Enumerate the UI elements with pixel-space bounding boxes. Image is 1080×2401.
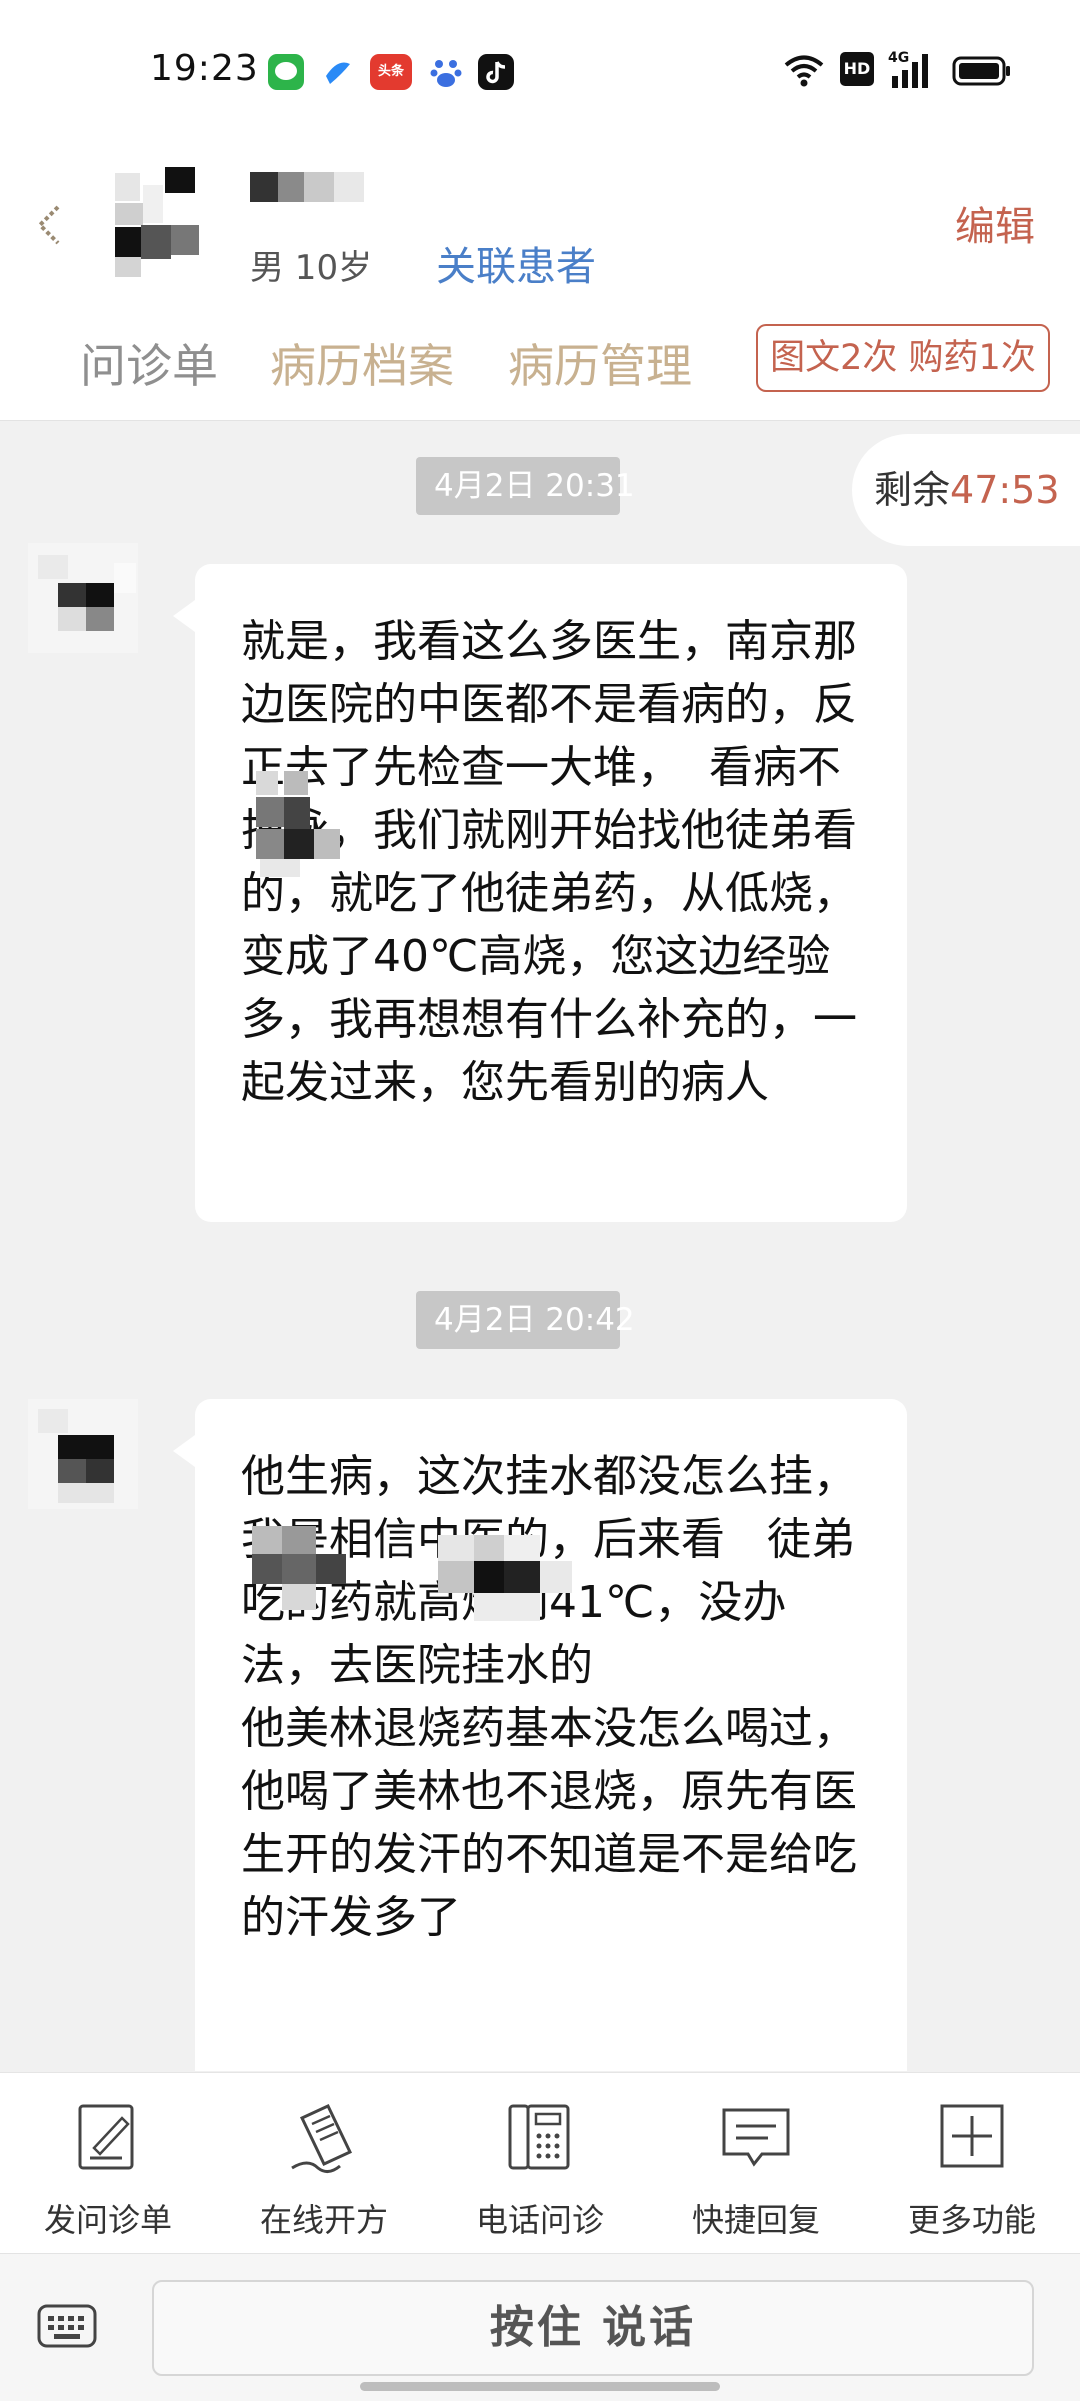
tab-record-management[interactable]: 病历管理 [508,330,692,396]
toutiao-icon: 头条 [370,54,412,90]
edit-button[interactable]: 编辑 [955,194,1035,252]
message-timestamp: 4月2日 20:42 [416,1291,635,1349]
toolbar-label: 发问诊单 [43,2201,172,2239]
toolbar-label: 快捷回复 [691,2201,820,2239]
phone-consult-button[interactable]: 电话问诊 [432,2073,648,2253]
message-bubble[interactable]: 就是，我看这么多医生，南京那边医院的中医都不是看病的，反正去了先检查一大堆， 看… [173,564,907,1222]
quick-reply-icon [722,2108,790,2167]
message-timestamp: 4月2日 20:31 [416,457,635,515]
input-bar: 按住 说话 [0,2253,1080,2401]
wechat-icon [268,54,304,90]
tiktok-icon [478,54,514,90]
hd-icon: HD [840,52,874,86]
bottom-toolbar: 发问诊单 在线开方 电话问诊 快捷回复 更多功能 [0,2072,1080,2253]
status-time: 19:23 [150,48,259,89]
back-icon[interactable] [30,195,70,255]
hold-to-talk-button[interactable]: 按住 说话 [152,2280,1034,2376]
redaction-pixels [438,1535,572,1621]
plus-icon [940,2104,1004,2168]
remaining-countdown: 47:53 [950,468,1060,512]
keyboard-icon[interactable] [36,2300,98,2350]
sender-avatar[interactable] [28,543,138,653]
patient-header: 男 10岁 关联患者 编辑 问诊单 病历档案 病历管理 图文2次 购药1次 [0,140,1080,421]
tab-medical-records[interactable]: 病历档案 [270,330,454,396]
status-bar: 19:23 头条 HD 4G [0,0,1080,140]
tab-consultation-form[interactable]: 问诊单 [80,330,218,396]
toolbar-label: 电话问诊 [475,2201,604,2239]
remaining-time-pill: 剩余47:53 [852,434,1080,546]
remaining-label: 剩余 [874,468,951,512]
toolbar-label: 在线开方 [259,2201,388,2239]
baidu-icon [428,54,464,90]
link-patient-button[interactable]: 关联患者 [436,234,596,292]
patient-avatar [110,165,200,280]
redaction-pixels [252,1526,346,1610]
toolbar-label: 更多功能 [907,2201,1036,2239]
sender-avatar[interactable] [28,1399,138,1509]
form-edit-icon [78,2104,134,2170]
battery-icon [952,56,1010,86]
quick-reply-button[interactable]: 快捷回复 [648,2073,864,2253]
home-indicator[interactable] [360,2382,720,2391]
prescription-icon [291,2104,353,2173]
message-bubble[interactable]: 他生病，这次挂水都没怎么挂，我是相信中医的，后来看 徒弟 吃的药就高烧到41℃，… [173,1399,907,2071]
send-form-button[interactable]: 发问诊单 [0,2073,216,2253]
wifi-icon [784,55,824,87]
phone-icon [508,2104,570,2170]
signal-icon [892,54,928,88]
usage-count-badge[interactable]: 图文2次 购药1次 [756,324,1050,392]
patient-name-obscured [250,172,364,202]
redaction-pixels [256,771,340,877]
online-prescribe-button[interactable]: 在线开方 [216,2073,432,2253]
more-functions-button[interactable]: 更多功能 [864,2073,1080,2253]
browser-icon [320,54,356,90]
chat-area[interactable]: 剩余47:53 4月2日 20:31 就是，我看这么多医生，南京那边医院的中医都… [0,421,1080,2071]
patient-gender-age: 男 10岁 [250,248,373,288]
